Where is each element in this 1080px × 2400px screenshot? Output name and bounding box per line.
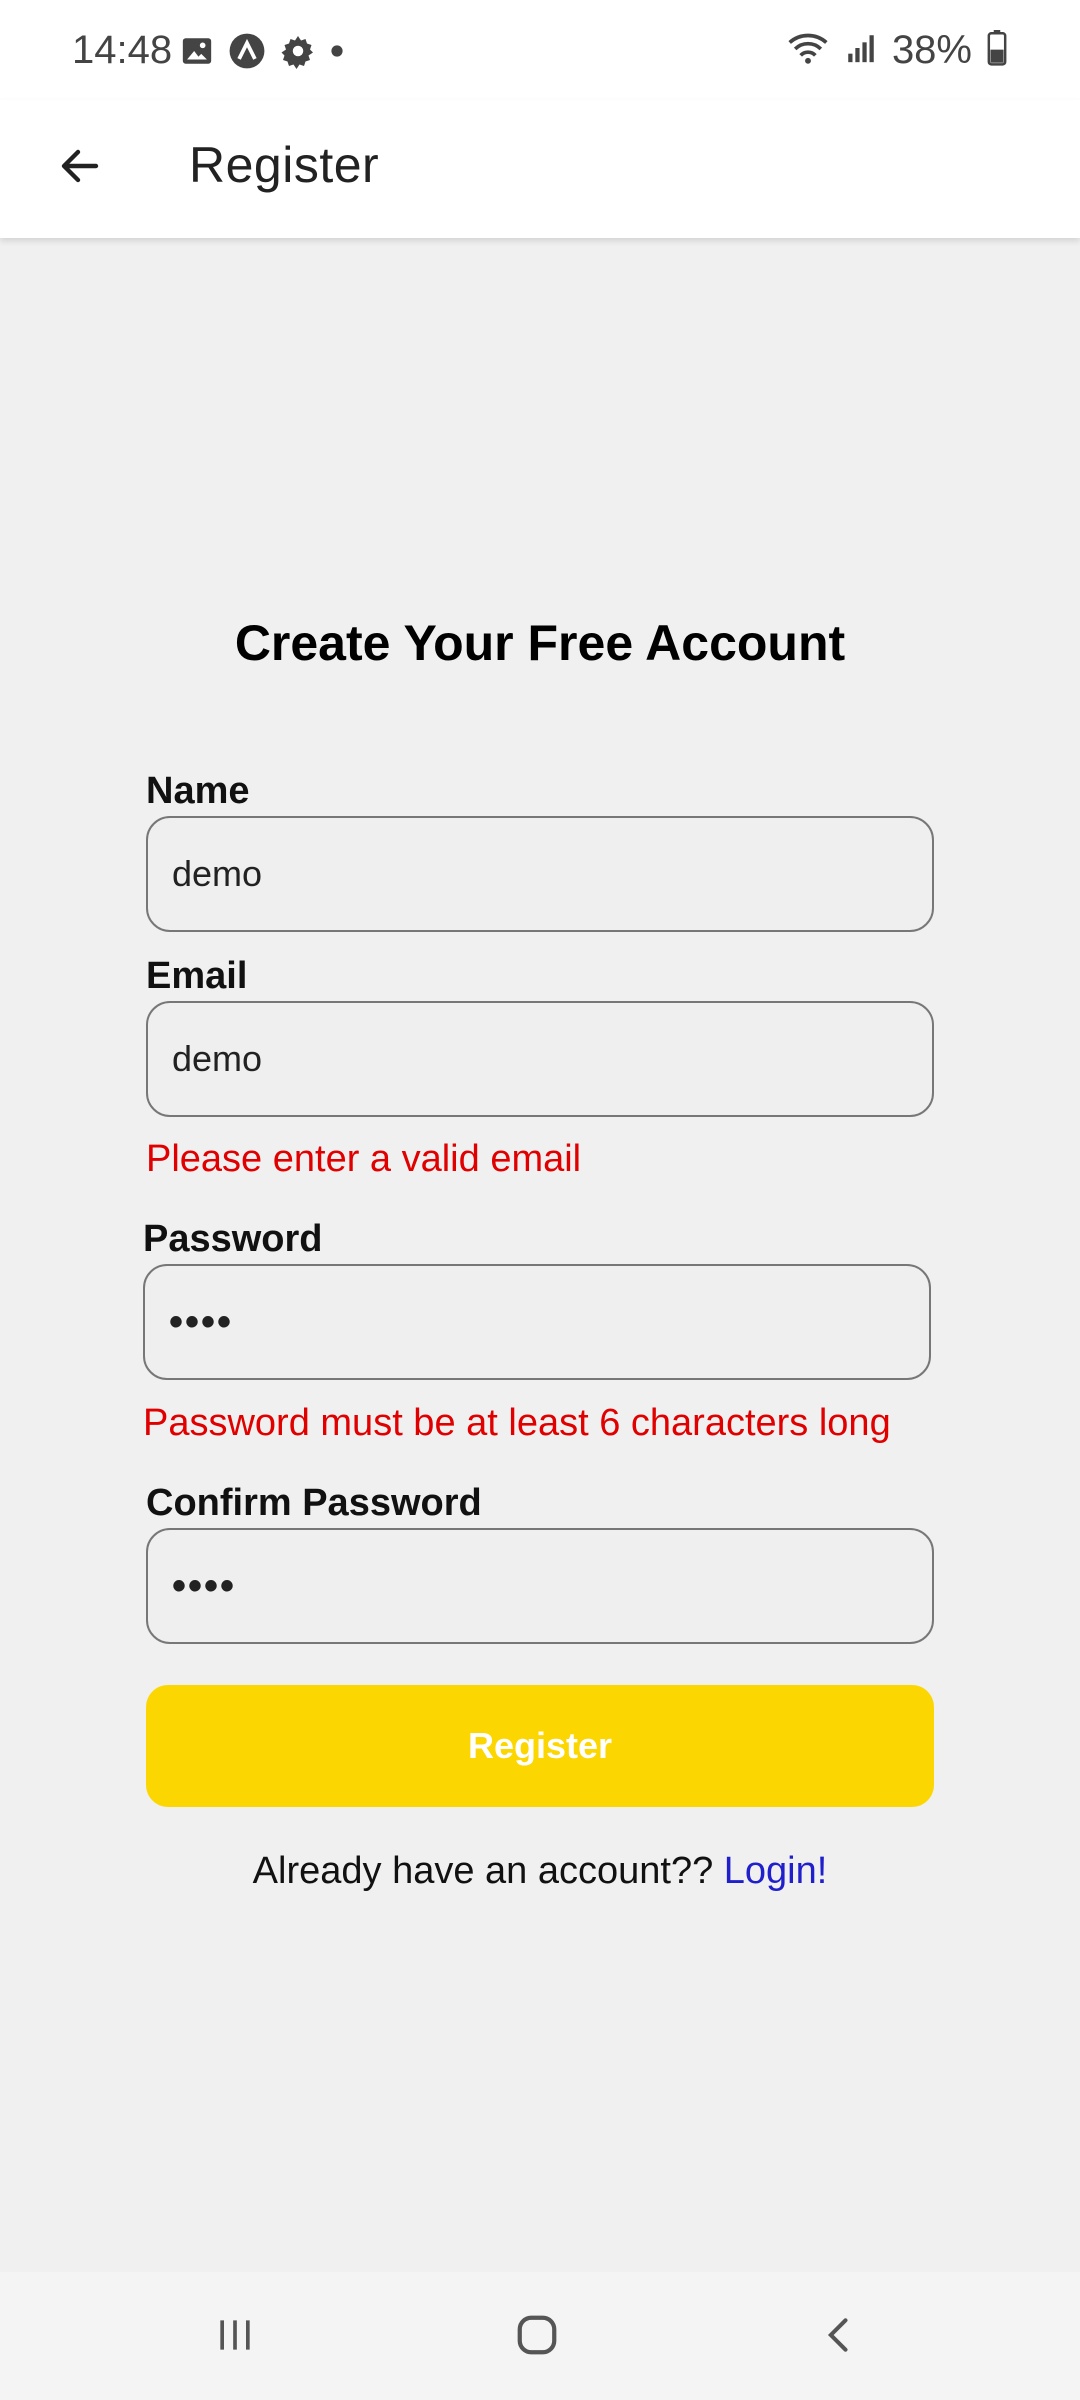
home-button[interactable] [497, 2302, 577, 2372]
battery-icon [986, 30, 1008, 71]
page-title: Register [189, 137, 380, 193]
nav-back-button[interactable] [800, 2302, 880, 2372]
status-bar: 14:48 38% [0, 0, 1080, 100]
wifi-icon [786, 29, 830, 72]
back-icon [818, 2313, 862, 2362]
email-error: Please enter a valid email [146, 1138, 582, 1180]
gallery-icon [180, 34, 214, 73]
status-icons-right: 38% [786, 28, 1008, 73]
password-field[interactable]: •••• [143, 1264, 931, 1380]
status-time: 14:48 [72, 28, 173, 72]
settings-icon [280, 33, 316, 74]
back-button[interactable] [40, 128, 120, 208]
confirm-password-field[interactable]: •••• [146, 1528, 934, 1644]
confirm-password-value: •••• [172, 1564, 237, 1608]
name-value: demo [172, 853, 263, 894]
recents-button[interactable] [195, 2302, 275, 2372]
form-title: Create Your Free Account [234, 615, 846, 671]
email-field[interactable]: demo [146, 1001, 934, 1117]
home-icon [514, 2312, 560, 2363]
recents-icon [213, 2313, 257, 2362]
login-row: Already have an account?? Login! [0, 1850, 1080, 1893]
arrow-left-icon [56, 142, 104, 195]
dot-icon [330, 44, 344, 63]
password-value: •••• [169, 1300, 234, 1344]
login-prompt: Already have an account?? [252, 1850, 724, 1892]
name-field[interactable]: demo [146, 816, 934, 932]
app-icon [228, 32, 266, 75]
register-button[interactable]: Register [146, 1685, 934, 1807]
status-icons-left [180, 32, 344, 75]
password-label: Password [143, 1218, 323, 1260]
login-link[interactable]: Login! [724, 1850, 828, 1892]
app-bar: Register [0, 100, 1080, 238]
register-screen: 14:48 38% Register Create Your Free Acco… [0, 0, 1080, 2400]
system-nav-bar [0, 2272, 1080, 2400]
password-error: Password must be at least 6 characters l… [143, 1402, 891, 1444]
email-label: Email [146, 955, 248, 997]
signal-icon [844, 31, 878, 70]
email-value: demo [172, 1038, 263, 1079]
confirm-password-label: Confirm Password [146, 1482, 482, 1524]
name-label: Name [146, 770, 250, 812]
battery-percentage: 38% [891, 28, 972, 72]
